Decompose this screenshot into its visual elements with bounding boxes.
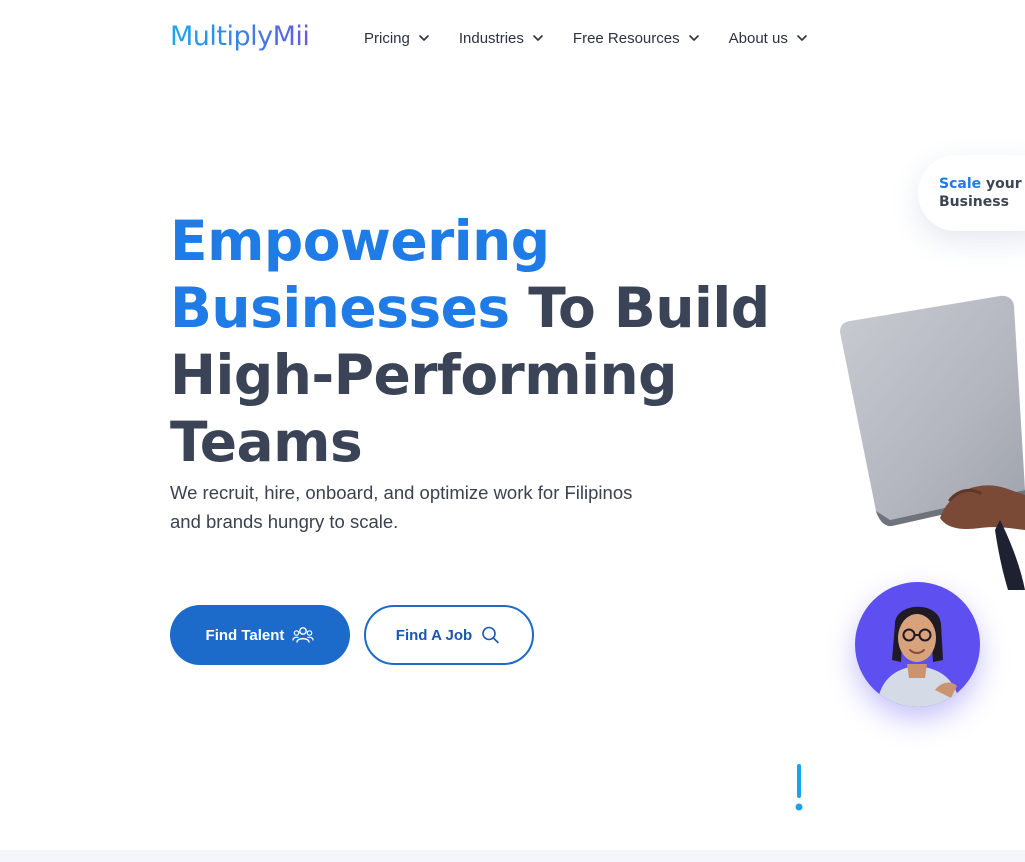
nav-item-label: Industries: [458, 29, 524, 47]
headline-highlight: Businesses: [170, 276, 510, 340]
nav-item-label: Free Resources: [572, 29, 680, 47]
nav-item-pricing[interactable]: Pricing: [364, 26, 429, 50]
nav-item-label: Pricing: [364, 29, 410, 47]
next-section-band: [0, 850, 1025, 862]
nav-item-about-us[interactable]: About us: [729, 26, 807, 50]
find-a-job-button[interactable]: Find A Job: [364, 605, 534, 665]
headline-text: To Build: [509, 276, 770, 340]
headline-highlight: Empowering: [170, 209, 550, 273]
headline-text: High-Performing: [170, 343, 678, 407]
scroll-down-indicator[interactable]: [795, 764, 803, 812]
scale-card-text: Business: [939, 194, 1009, 210]
scale-your-business-card: Scale your Business: [918, 155, 1025, 231]
brand-logo[interactable]: MultiplyMii: [170, 18, 310, 54]
users-icon: [292, 627, 315, 643]
chevron-down-icon: [533, 35, 543, 41]
person-icon: [877, 606, 960, 707]
find-talent-label: Find Talent: [205, 626, 285, 644]
find-a-job-label: Find A Job: [395, 626, 473, 644]
headline-text: Teams: [170, 410, 363, 474]
main-nav: Pricing Industries Free Resources About …: [364, 26, 837, 50]
nav-item-free-resources[interactable]: Free Resources: [573, 26, 699, 50]
hero-headline: Empowering Businesses To Build High-Perf…: [170, 208, 810, 476]
nav-item-industries[interactable]: Industries: [459, 26, 543, 50]
chevron-down-icon: [419, 35, 429, 41]
search-icon: [482, 626, 499, 644]
page: MultiplyMii Pricing Industries Free Reso…: [0, 0, 1025, 862]
nav-item-label: About us: [728, 29, 788, 47]
hero-subtext: We recruit, hire, onboard, and optimize …: [170, 482, 633, 532]
scale-card-highlight: Scale: [939, 176, 982, 192]
laptop-illustration: [840, 295, 1025, 590]
chevron-down-icon: [797, 35, 807, 41]
chevron-down-icon: [688, 35, 699, 41]
scale-card-text: your: [981, 176, 1022, 192]
find-talent-button[interactable]: Find Talent: [170, 605, 350, 665]
avatar: [855, 582, 980, 707]
